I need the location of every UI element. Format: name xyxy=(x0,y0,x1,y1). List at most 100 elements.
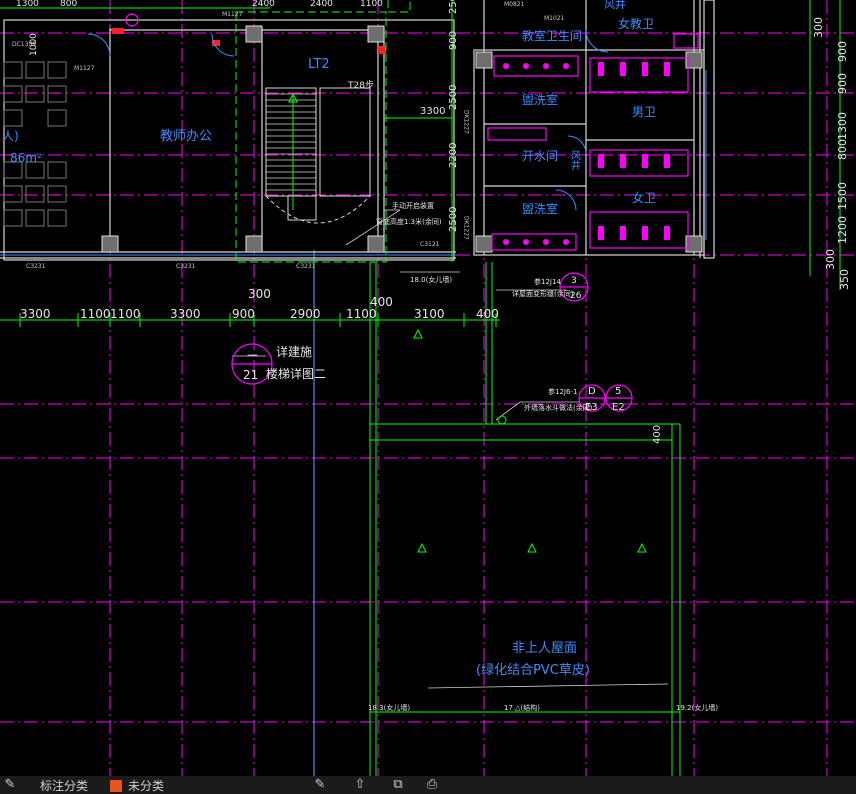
dim-b-1: 1100 xyxy=(80,307,111,321)
tab-uncategorized[interactable]: 未分类 xyxy=(128,778,164,794)
level-18: 18.0(女儿墙) xyxy=(410,275,452,284)
tag-m1021: M1021 xyxy=(544,15,565,22)
dim-t-4: 1100 xyxy=(360,0,383,9)
level-17: 17.△(结构) xyxy=(504,703,540,712)
bubble-d-sub: E3 xyxy=(585,402,598,413)
dim-t-3: 2400 xyxy=(310,0,333,9)
level-19-2: 19.2(女儿墙) xyxy=(676,703,718,712)
pen-icon[interactable]: ✎ xyxy=(2,777,18,793)
axis-blue xyxy=(300,250,315,776)
desks xyxy=(3,61,67,227)
dim-b-8: 400 xyxy=(476,307,499,321)
tab-annotation-category[interactable]: 标注分类 xyxy=(40,778,88,794)
ref-j14-sub: 详屋面变形缝(余同) xyxy=(512,289,574,298)
dim-b-4: 900 xyxy=(232,307,255,321)
room-shaft-1: 风井 xyxy=(604,0,626,11)
ref-dash: — xyxy=(247,348,258,361)
bubble-d: D xyxy=(588,386,596,397)
ref-title: 详建施 xyxy=(276,344,312,359)
dim-b-3: 3300 xyxy=(170,307,201,321)
dim-r-2: 900 xyxy=(836,73,849,94)
handrail-note: 手动开启装置 xyxy=(392,201,434,210)
tag-m1127-b: M1127 xyxy=(222,11,243,18)
ref-j6: 参12J6-1 xyxy=(548,387,577,396)
dim-r-6: 1200 xyxy=(836,216,849,244)
dim-r-1: 900 xyxy=(836,41,849,62)
dim-r-5: 1500 xyxy=(836,182,849,210)
dim-t-0: 1300 xyxy=(16,0,39,9)
dim-r-3: 1300 xyxy=(836,112,849,140)
level-marks xyxy=(413,328,647,553)
dim-i-3: 900 xyxy=(448,31,459,50)
room-female-toilet: 女卫 xyxy=(632,190,656,205)
dim-b-5: 2900 xyxy=(290,307,321,321)
room-shaft-2: 风井 xyxy=(569,150,581,171)
room-left-cut: 人) xyxy=(2,129,19,143)
tag-m0821: M0821 xyxy=(504,1,525,8)
roof-title: 非上人屋面 xyxy=(512,641,577,656)
level-18-3: 18.3(女儿墙) xyxy=(368,703,410,712)
ref-j14: 参12J14 xyxy=(534,277,561,286)
dim-bu-0: 300 xyxy=(248,287,271,301)
tag-c3121: C3121 xyxy=(420,241,440,248)
dim-b-2: 1100 xyxy=(110,307,141,321)
tag-c3231-a: C3231 xyxy=(26,263,46,270)
ref-desc: 楼梯详图二 xyxy=(266,366,326,381)
door-tags: M1127 M1127 M1021 DK1227 DK1227 M0821 DC… xyxy=(12,1,565,270)
bubble-3: 3 xyxy=(571,276,577,286)
copy-icon[interactable]: ⧉ xyxy=(390,777,406,793)
dim-text-right: 300 900 900 1300 800 1500 1200 300 350 xyxy=(812,17,851,290)
room-class-toilet: 教室卫生间 xyxy=(522,28,582,43)
edit-icon[interactable]: ✎ xyxy=(312,777,328,793)
dim-text-bottom: 3300 1100 1100 3300 900 2900 1100 3100 4… xyxy=(20,287,499,321)
window-note: 窗底高度1.3米(余同) xyxy=(376,217,442,226)
dim-b-7: 3100 xyxy=(414,307,445,321)
print-icon[interactable]: ⎙ xyxy=(424,777,440,793)
dim-t-2: 2400 xyxy=(252,0,275,9)
dim-i-5: 2500 xyxy=(448,0,459,14)
room-male-toilet: 男卫 xyxy=(632,105,656,119)
ref-num: 21 xyxy=(243,368,258,382)
bottom-toolbar: ✎ 标注分类 未分类 ✎ ⇧ ⧉ ⎙ xyxy=(0,776,856,794)
stair-arrow xyxy=(288,92,298,210)
dim-text-inner: 3300 2200 2500 900 2500 2500 xyxy=(420,0,459,232)
dim-400-v: 400 xyxy=(652,425,663,444)
room-wash-1: 盥洗室 xyxy=(522,92,558,107)
bubble-3-sub: 26 xyxy=(570,291,582,301)
tag-dk1227: DK1227 xyxy=(463,110,470,134)
room-labels: 教师办公 LT2 T28步 教室卫生间 女教卫 盥洗室 男卫 开水间 盥洗室 女… xyxy=(2,0,656,678)
bubble-5: 5 xyxy=(615,386,621,397)
category-color-swatch xyxy=(110,780,122,792)
room-wash-2: 盥洗室 xyxy=(522,201,558,216)
dim-r-0: 300 xyxy=(812,17,825,38)
dim-i-1: 2200 xyxy=(448,143,459,168)
room-stair: LT2 xyxy=(308,57,330,72)
room-left-area: 86m² xyxy=(10,151,42,165)
building-walls xyxy=(0,0,715,261)
dim-1000: 1000 xyxy=(29,33,39,56)
roof-subtitle: (绿化结合PVC草皮) xyxy=(476,663,590,678)
room-female-toilet-top: 女教卫 xyxy=(618,16,654,31)
bubble-5-sub: E2 xyxy=(612,402,625,413)
room-boil-water: 开水间 xyxy=(522,149,558,163)
dim-r-7: 300 xyxy=(824,249,837,270)
cad-drawing-canvas[interactable]: 教师办公 LT2 T28步 教室卫生间 女教卫 盥洗室 男卫 开水间 盥洗室 女… xyxy=(0,0,856,794)
tag-dk1227-b: DK1227 xyxy=(463,216,470,240)
dim-b-6: 1100 xyxy=(346,307,377,321)
dim-i-2: 2500 xyxy=(448,207,459,232)
dim-i-4: 2500 xyxy=(448,85,459,110)
dim-t-1: 800 xyxy=(60,0,77,9)
room-teacher-office: 教师办公 xyxy=(160,128,212,144)
tag-m1127-a: M1127 xyxy=(74,65,95,72)
tag-c3231-c: C3231 xyxy=(296,263,316,270)
ref-j6-sub: 外墙落水斗做法(余同) xyxy=(524,403,593,412)
upload-icon[interactable]: ⇧ xyxy=(352,777,368,793)
stair-note: T28步 xyxy=(347,80,374,91)
dim-r-4: 800 xyxy=(836,139,849,160)
roof-outline xyxy=(369,262,681,776)
dim-bu-1: 400 xyxy=(370,295,393,309)
tag-c3231-b: C3231 xyxy=(176,263,196,270)
dim-i-0: 3300 xyxy=(420,106,445,117)
dim-r-8: 350 xyxy=(838,269,851,290)
dim-b-0: 3300 xyxy=(20,307,51,321)
